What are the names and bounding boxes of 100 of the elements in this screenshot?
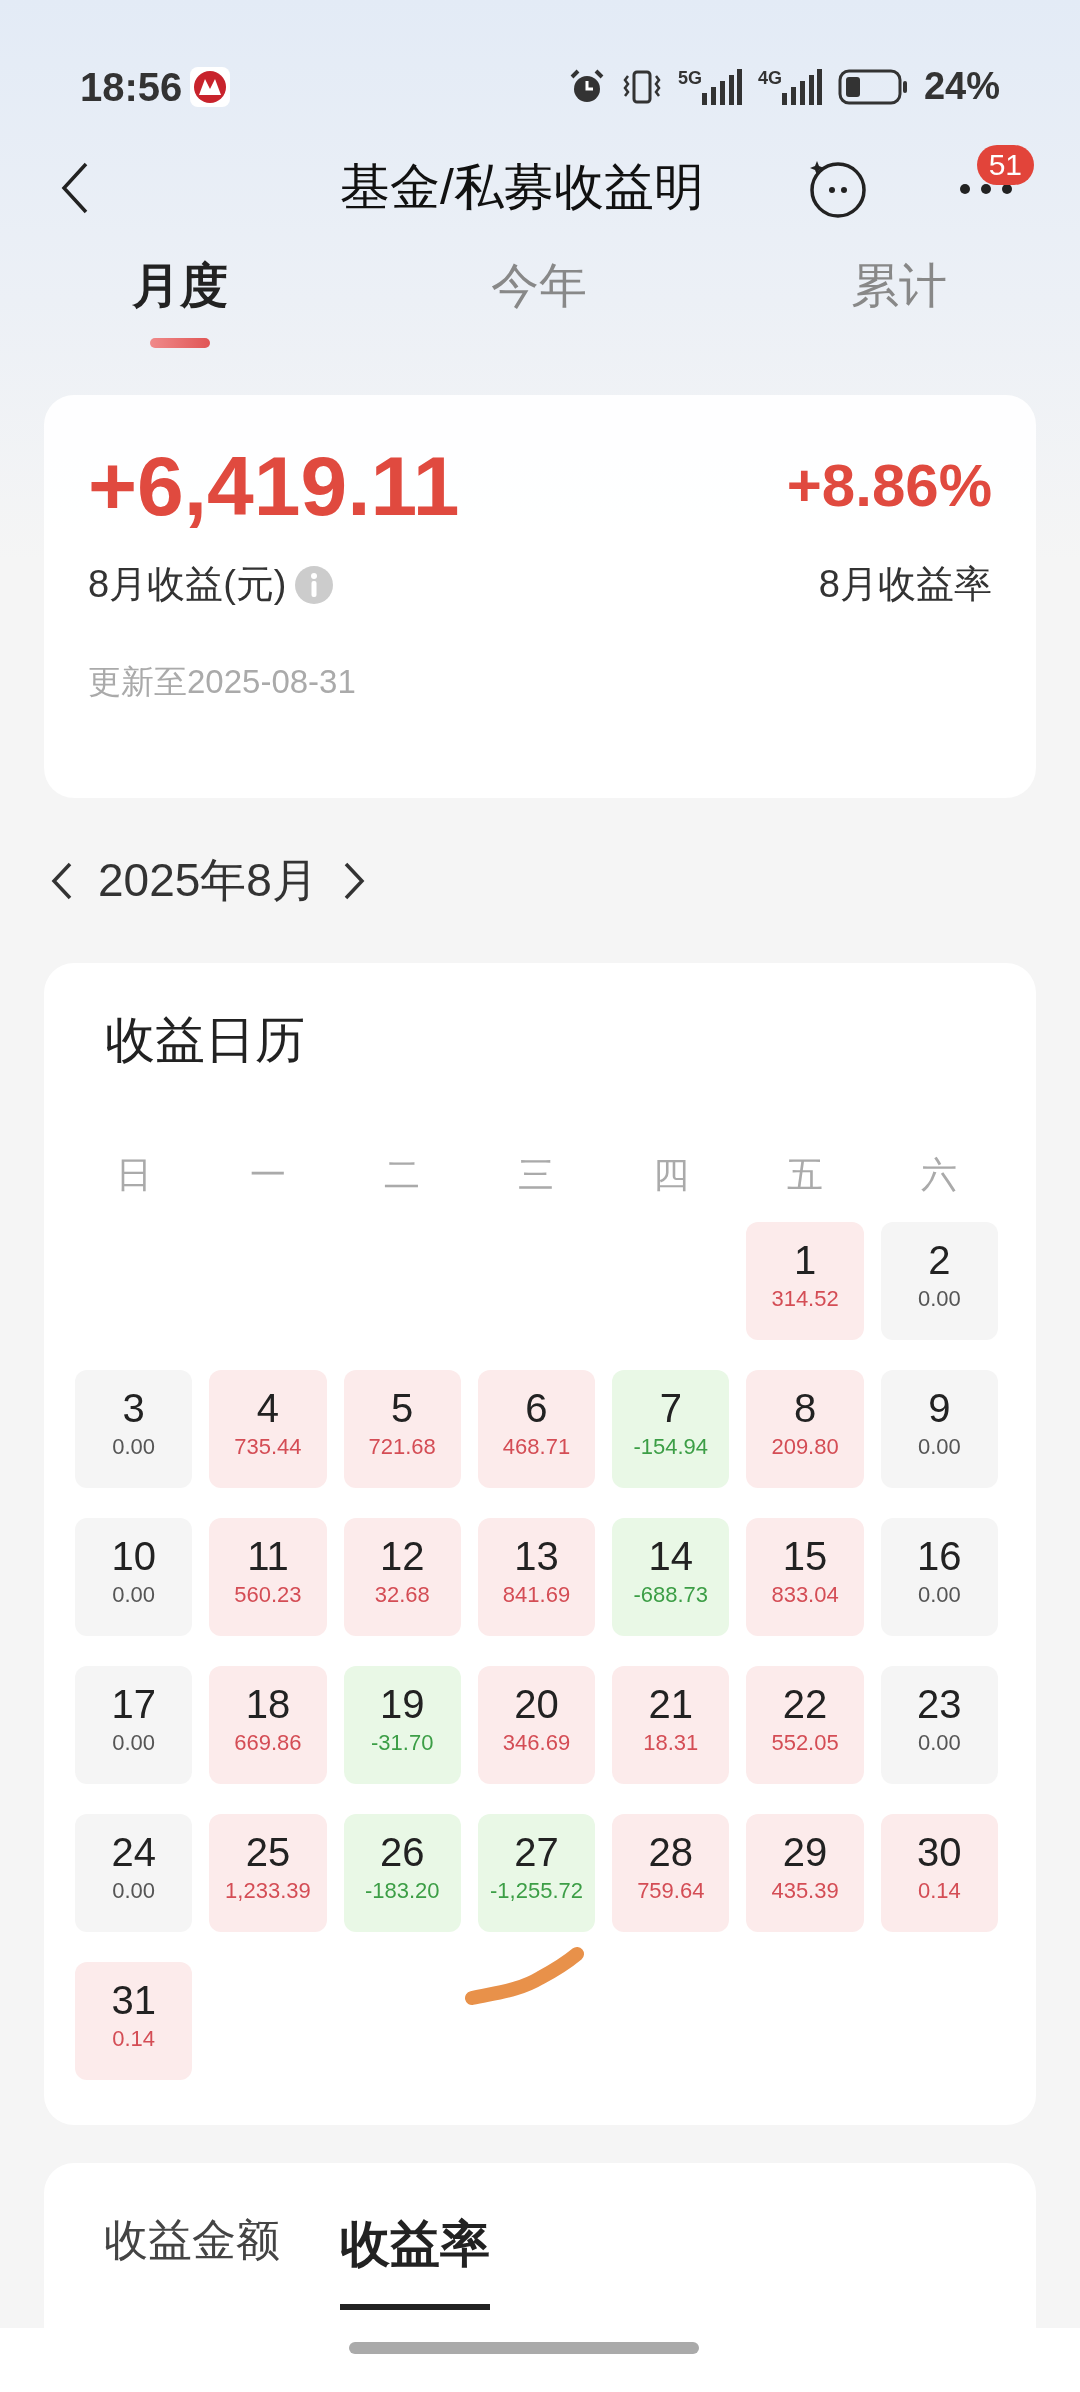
- day-number: 19: [379, 1682, 425, 1726]
- weekday-label: 六: [921, 1154, 958, 1195]
- tab-indicator: [149, 338, 210, 348]
- network-label: 5G: [677, 68, 702, 87]
- day-profit: -154.94: [633, 1433, 709, 1461]
- day-cell[interactable]: 22 552.05: [746, 1666, 864, 1784]
- monthly-profit-rate: +8.86%: [786, 451, 992, 522]
- day-cell[interactable]: 26 -183.20: [343, 1814, 461, 1932]
- day-profit: 0.00: [917, 1433, 961, 1461]
- day-cell[interactable]: 8 209.80: [746, 1370, 864, 1488]
- weekday-label: 三: [518, 1154, 555, 1195]
- day-cell[interactable]: 21 18.31: [612, 1666, 730, 1784]
- previous-month-button[interactable]: [50, 860, 74, 901]
- day-profit: 32.68: [374, 1581, 430, 1609]
- notification-badge: 51: [976, 145, 1034, 186]
- day-profit: 18.31: [643, 1729, 699, 1757]
- day-number: 17: [111, 1682, 156, 1726]
- status-time: 18:56: [80, 63, 183, 111]
- day-cell[interactable]: 15 833.04: [746, 1518, 864, 1636]
- day-cell[interactable]: 3 0.00: [75, 1370, 193, 1488]
- update-date: 更新至2025-08-31: [88, 662, 357, 703]
- day-cell[interactable]: 18 669.86: [209, 1666, 327, 1784]
- day-cell[interactable]: 29 435.39: [746, 1814, 864, 1932]
- network-label: 4G: [757, 68, 782, 87]
- day-profit: 721.68: [368, 1433, 436, 1461]
- day-cell[interactable]: 13 841.69: [477, 1518, 596, 1636]
- day-number: 25: [245, 1830, 291, 1874]
- day-number: 1: [793, 1238, 817, 1282]
- chart-mode-tab[interactable]: 收益率: [340, 2207, 490, 2310]
- day-cell[interactable]: 16 0.00: [880, 1518, 998, 1636]
- day-number: 11: [247, 1534, 289, 1578]
- day-number: 3: [122, 1386, 145, 1430]
- day-profit: 669.86: [234, 1729, 302, 1757]
- day-number: 28: [648, 1830, 694, 1874]
- day-number: 2: [928, 1238, 951, 1282]
- day-profit: 560.23: [234, 1581, 302, 1609]
- day-cell[interactable]: 23 0.00: [880, 1666, 998, 1784]
- day-cell[interactable]: 24 0.00: [75, 1814, 193, 1932]
- day-profit: 0.14: [917, 1877, 961, 1905]
- day-number: 30: [917, 1830, 962, 1874]
- monthly-profit-amount: +6,419.11: [88, 440, 460, 533]
- day-number: 7: [659, 1386, 682, 1430]
- day-profit: 1,233.39: [225, 1877, 311, 1905]
- day-cell[interactable]: 25 1,233.39: [209, 1814, 327, 1932]
- day-number: 4: [256, 1386, 280, 1430]
- day-number: 31: [111, 1978, 156, 2022]
- day-number: 6: [525, 1386, 548, 1430]
- day-number: 21: [648, 1682, 694, 1726]
- day-cell[interactable]: 5 721.68: [343, 1370, 461, 1488]
- day-cell[interactable]: 9 0.00: [880, 1370, 998, 1488]
- day-number: 8: [793, 1386, 817, 1430]
- month-label: 2025年8月: [98, 853, 318, 908]
- day-cell[interactable]: 28 759.64: [612, 1814, 730, 1932]
- day-cell[interactable]: 30 0.14: [880, 1814, 998, 1932]
- day-profit: 0.00: [112, 1581, 156, 1609]
- day-profit: 468.71: [502, 1433, 571, 1461]
- day-number: 27: [514, 1830, 559, 1874]
- day-profit: 0.00: [112, 1729, 156, 1757]
- day-profit: -688.73: [633, 1581, 709, 1609]
- day-number: 26: [379, 1830, 425, 1874]
- day-profit: 0.00: [917, 1285, 961, 1313]
- weekday-label: 日: [115, 1154, 152, 1195]
- day-profit: 0.00: [917, 1729, 961, 1757]
- day-number: 10: [111, 1534, 156, 1578]
- signal-icon: [781, 68, 822, 105]
- rate-label: 8月收益率: [818, 562, 992, 608]
- app-logo-icon: [190, 66, 231, 107]
- day-cell[interactable]: 19 -31.70: [343, 1666, 461, 1784]
- day-profit: -183.20: [364, 1877, 440, 1905]
- day-cell[interactable]: 27 -1,255.72: [477, 1814, 596, 1932]
- day-cell[interactable]: 7 -154.94: [612, 1370, 730, 1488]
- day-profit: 435.39: [771, 1877, 839, 1905]
- day-profit: 0.14: [112, 2025, 156, 2053]
- day-number: 20: [514, 1682, 559, 1726]
- day-number: 14: [648, 1534, 694, 1578]
- day-profit: 552.05: [771, 1729, 839, 1757]
- day-cell[interactable]: 12 32.68: [343, 1518, 461, 1636]
- day-number: 29: [782, 1830, 828, 1874]
- day-cell[interactable]: 17 0.00: [75, 1666, 193, 1784]
- day-cell[interactable]: 11 560.23: [209, 1518, 327, 1636]
- day-profit: 0.00: [917, 1581, 961, 1609]
- day-cell[interactable]: 10 0.00: [75, 1518, 193, 1636]
- page-title: 基金/私募收益明: [340, 158, 704, 217]
- day-profit: 759.64: [637, 1877, 705, 1905]
- day-cell[interactable]: 14 -688.73: [612, 1518, 730, 1636]
- period-tab[interactable]: 月度: [131, 250, 228, 322]
- day-profit: 0.00: [112, 1433, 156, 1461]
- weekday-label: 五: [787, 1154, 824, 1195]
- day-cell[interactable]: 6 468.71: [477, 1370, 596, 1488]
- day-cell[interactable]: 1 314.52: [746, 1222, 864, 1340]
- chart-mode-tab[interactable]: 收益金额: [104, 2207, 280, 2301]
- day-cell[interactable]: 4 735.44: [209, 1370, 327, 1488]
- day-cell[interactable]: 2 0.00: [880, 1222, 998, 1340]
- battery-icon: [837, 68, 908, 105]
- day-number: 23: [917, 1682, 962, 1726]
- day-profit: 735.44: [234, 1433, 302, 1461]
- day-cell[interactable]: 20 346.69: [477, 1666, 596, 1784]
- day-number: 22: [782, 1682, 828, 1726]
- day-profit: 314.52: [771, 1285, 839, 1313]
- day-cell[interactable]: 31 0.14: [75, 1962, 193, 2080]
